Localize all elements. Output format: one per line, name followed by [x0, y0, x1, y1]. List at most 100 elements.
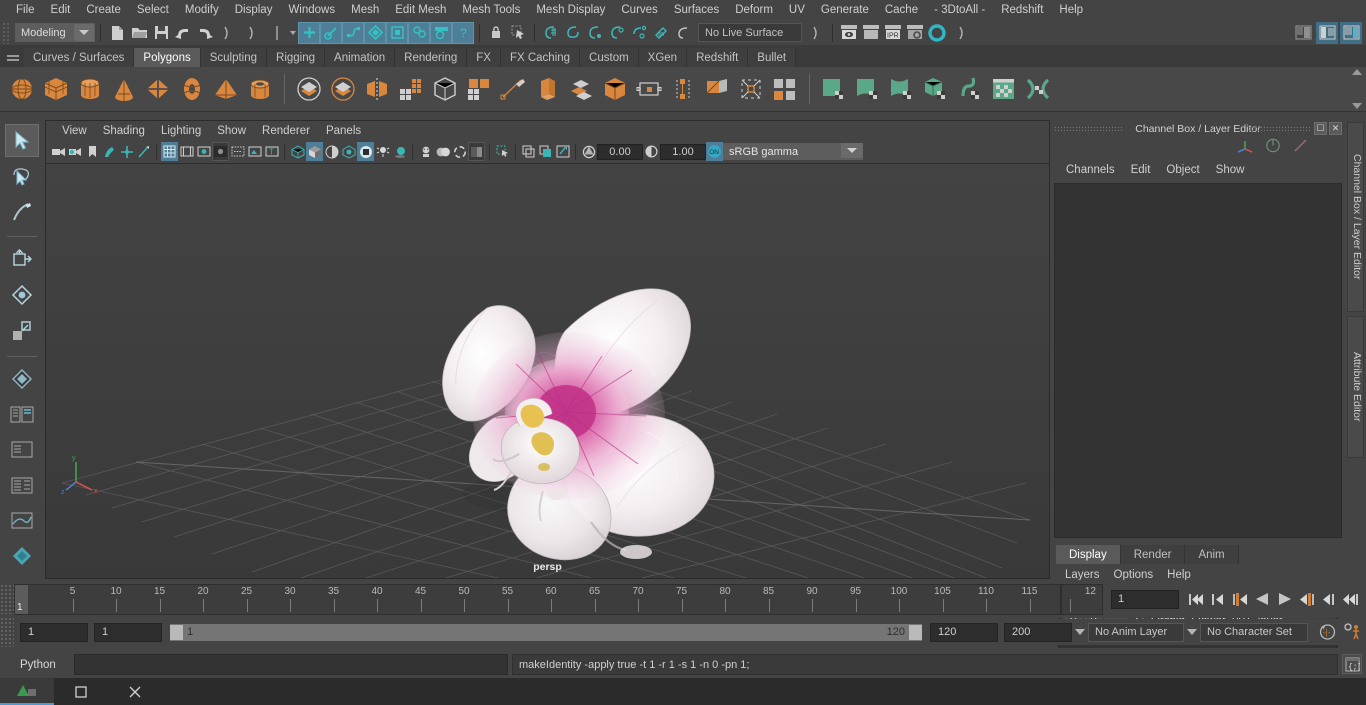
play-forwards-icon[interactable]	[1275, 588, 1294, 610]
shadows-icon[interactable]	[374, 142, 391, 161]
animation-end-time-field[interactable]: 200	[1004, 622, 1072, 642]
render-view-icon[interactable]	[838, 22, 860, 44]
range-bar[interactable]: 1 120	[170, 623, 922, 641]
uv-layout-icon[interactable]	[988, 72, 1020, 106]
current-time-indicator[interactable]: 1	[15, 584, 28, 614]
image-plane-icon[interactable]	[101, 142, 118, 161]
animation-start-time-field[interactable]: 1	[20, 622, 88, 642]
menu-set-selector[interactable]: Modeling	[15, 23, 95, 42]
gamma-value[interactable]: 1.00	[660, 143, 706, 160]
highlight-selection-icon[interactable]	[507, 22, 529, 44]
render-current-frame-icon[interactable]	[860, 22, 882, 44]
poly-cylinder-icon[interactable]	[74, 72, 106, 106]
rotate-tool-icon[interactable]	[5, 279, 39, 312]
smooth-icon[interactable]	[395, 72, 427, 106]
persp-graph-layout-icon[interactable]	[5, 504, 39, 537]
menu-mesh[interactable]: Mesh	[343, 0, 387, 20]
redo-icon[interactable]	[194, 22, 216, 44]
panel-drag-handle-right[interactable]	[1248, 126, 1312, 131]
wedge-icon[interactable]	[599, 72, 631, 106]
command-language-label[interactable]: Python	[20, 659, 74, 671]
open-scene-icon[interactable]	[128, 22, 150, 44]
channel-box-content[interactable]	[1054, 183, 1342, 538]
close-panel-icon[interactable]: ✕	[1329, 122, 1342, 135]
shelf-scroll-arrows[interactable]	[1350, 69, 1364, 109]
camera-attributes-icon[interactable]	[67, 142, 84, 161]
combine-icon[interactable]	[429, 72, 461, 106]
layer-menu-help[interactable]: Help	[1160, 569, 1198, 581]
textured-icon[interactable]	[357, 142, 374, 161]
uv-spherical-icon[interactable]	[886, 72, 918, 106]
select-mask-deformation-icon[interactable]	[386, 21, 408, 44]
play-backwards-icon[interactable]	[1253, 588, 1272, 610]
exposure-value[interactable]: 0.00	[597, 143, 643, 160]
poly-pipe-icon[interactable]	[244, 72, 276, 106]
make-live-icon[interactable]	[650, 22, 672, 44]
single-perspective-layout-icon[interactable]	[5, 433, 39, 466]
menu-edit[interactable]: Edit	[43, 0, 79, 20]
select-mask-joint-icon[interactable]	[320, 21, 342, 44]
undo-icon[interactable]	[172, 22, 194, 44]
attribute-editor-icon[interactable]	[1264, 137, 1282, 159]
poly-cone-icon[interactable]	[108, 72, 140, 106]
shaded-wireframe-icon[interactable]	[323, 142, 340, 161]
character-set-dropdown-icon[interactable]	[1184, 623, 1200, 641]
safe-title-icon[interactable]: T	[263, 142, 280, 161]
shelf-tab-sculpting[interactable]: Sculpting	[200, 48, 268, 67]
selection-mode-component-icon[interactable]	[266, 22, 288, 44]
chevron-down-icon[interactable]	[841, 143, 863, 158]
menu-deform[interactable]: Deform	[727, 0, 781, 20]
inputs-connection-icon[interactable]	[805, 22, 827, 44]
channel-box-icon[interactable]	[1236, 137, 1254, 159]
hypershade-layout-icon[interactable]	[5, 540, 39, 573]
color-management-selector[interactable]: sRGB gamma	[723, 143, 863, 160]
channel-menu-show[interactable]: Show	[1208, 164, 1253, 176]
layer-menu-layers[interactable]: Layers	[1058, 569, 1107, 581]
time-slider-drag-handle[interactable]	[0, 584, 14, 614]
select-camera-icon[interactable]	[50, 142, 67, 161]
shelf-tab-polygons[interactable]: Polygons	[134, 48, 201, 67]
sidebar-toggle-tool-settings-icon[interactable]	[1316, 21, 1338, 44]
grid-toggle-icon[interactable]	[161, 142, 178, 161]
animation-preferences-icon[interactable]	[1340, 623, 1366, 641]
save-scene-icon[interactable]	[150, 22, 172, 44]
poly-torus-icon[interactable]	[176, 72, 208, 106]
color-management-toggle-icon[interactable]: ON	[706, 142, 723, 161]
poly-plane-icon[interactable]	[142, 72, 174, 106]
shelf-tab-animation[interactable]: Animation	[325, 48, 396, 67]
playback-end-time-field[interactable]: 120	[930, 622, 998, 642]
selection-mode-hierarchy-icon[interactable]	[216, 22, 238, 44]
uv-cut-icon[interactable]	[1022, 72, 1054, 106]
range-right-grip[interactable]	[909, 624, 922, 640]
viewport-menu-lighting[interactable]: Lighting	[153, 125, 209, 137]
character-set-field[interactable]: No Character Set	[1200, 622, 1308, 642]
use-all-lights-icon[interactable]	[340, 142, 357, 161]
menu-3dtoall[interactable]: - 3DtoAll -	[926, 0, 993, 20]
snap-to-grid-icon[interactable]	[540, 22, 562, 44]
menu-windows[interactable]: Windows	[280, 0, 343, 20]
snap-to-curve-icon[interactable]	[562, 22, 584, 44]
wireframe-icon[interactable]	[289, 142, 306, 161]
menu-edit-mesh[interactable]: Edit Mesh	[387, 0, 454, 20]
tab-render[interactable]: Render	[1120, 545, 1186, 564]
paint-select-tool-icon[interactable]	[5, 195, 39, 228]
shelf-tab-curves-surfaces[interactable]: Curves / Surfaces	[24, 48, 135, 67]
modeling-toolkit-icon[interactable]	[1292, 137, 1310, 159]
hypershade-icon[interactable]	[926, 22, 948, 44]
shelf-tab-redshift[interactable]: Redshift	[687, 48, 749, 67]
film-gate-icon[interactable]	[178, 142, 195, 161]
snap-to-projected-center-icon[interactable]	[606, 22, 628, 44]
uv-automatic-icon[interactable]	[920, 72, 952, 106]
live-surface-field[interactable]: No Live Surface	[698, 23, 802, 42]
step-back-frame-icon[interactable]	[1231, 588, 1250, 610]
shelf-tab-rigging[interactable]: Rigging	[267, 48, 326, 67]
menu-redshift[interactable]: Redshift	[993, 0, 1051, 20]
boolean-difference-icon[interactable]	[327, 72, 359, 106]
side-tab-channel-box[interactable]: Channel Box / Layer Editor	[1347, 122, 1364, 312]
viewport-menu-shading[interactable]: Shading	[95, 125, 153, 137]
menu-file[interactable]: File	[8, 0, 43, 20]
exposure-icon[interactable]	[580, 142, 597, 161]
anim-layer-dropdown-icon[interactable]	[1072, 623, 1088, 641]
menu-uv[interactable]: UV	[781, 0, 813, 20]
field-chart-icon[interactable]	[229, 142, 246, 161]
